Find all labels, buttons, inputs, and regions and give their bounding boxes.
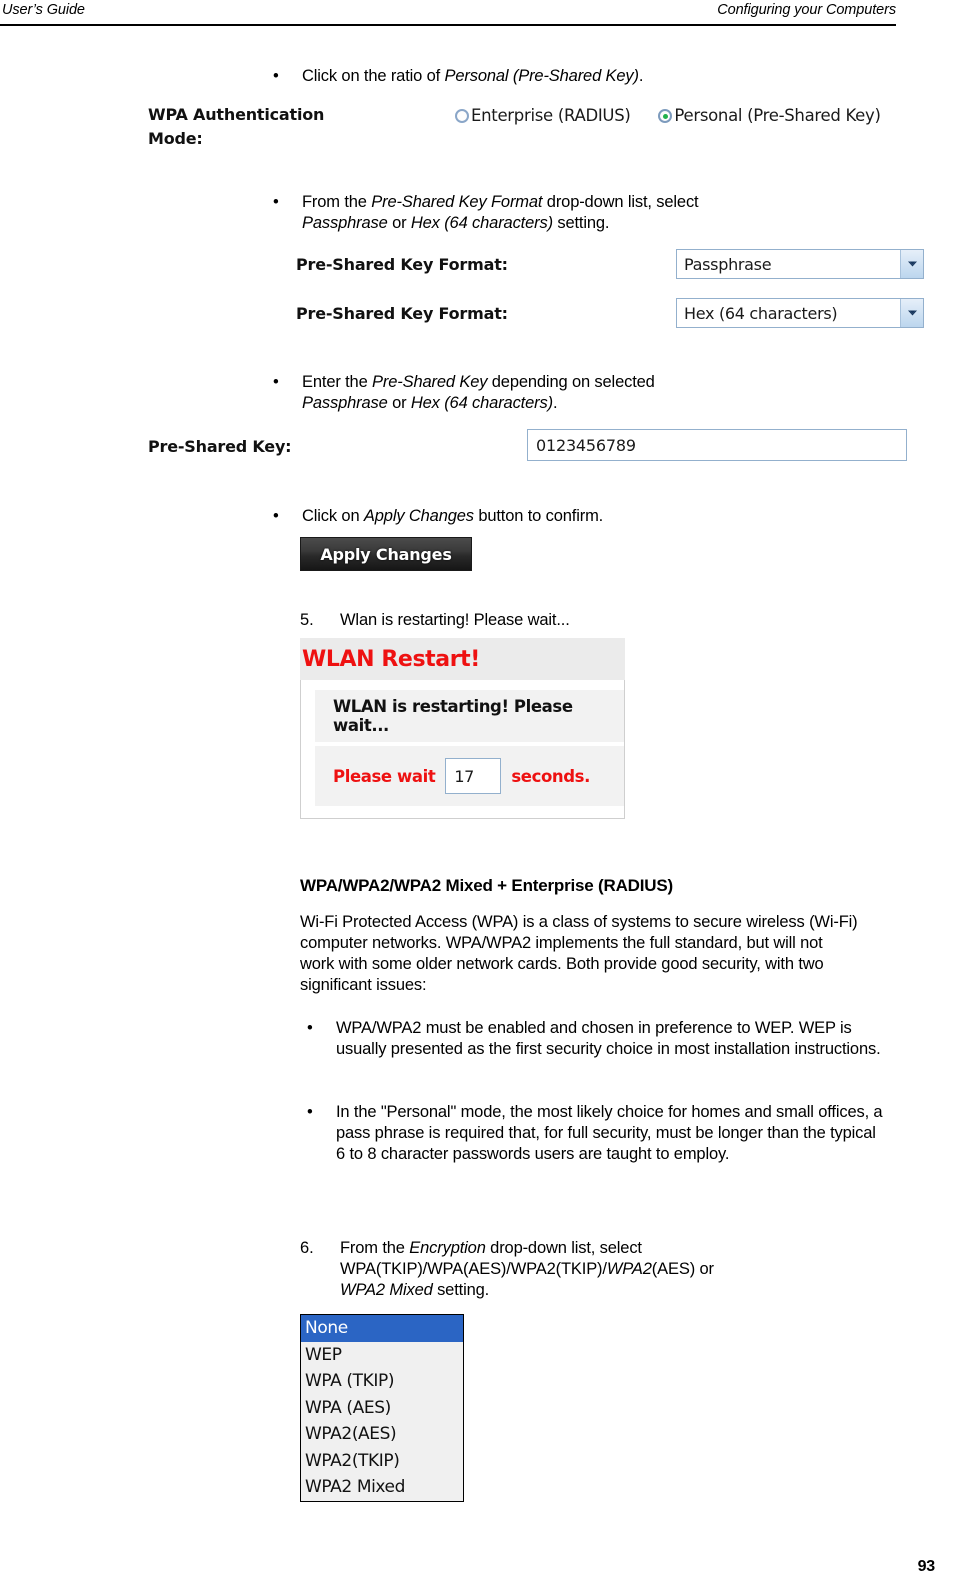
wpa-auth-mode-label-line1: WPA Authentication [148, 105, 325, 124]
pre-shared-key-value: 0123456789 [536, 435, 636, 455]
page-number: 93 [917, 1558, 936, 1575]
header-right-title: Configuring your Computers [717, 2, 896, 18]
radio-option-enterprise[interactable]: Enterprise (RADIUS) [455, 106, 631, 125]
step-5-text: Wlan is restarting! Please wait... [340, 611, 570, 629]
radio-selected-icon[interactable] [658, 109, 673, 123]
text-run: WPA(TKIP)/WPA(AES)/WPA2(TKIP)/ [340, 1260, 607, 1278]
page-header: User’s Guide Configuring your Computers [0, 0, 958, 30]
text-run-italic: WPA2 [606, 1260, 652, 1278]
text-run: button to confirm. [473, 507, 604, 525]
bullet-marker: • [273, 507, 279, 525]
wpa-auth-mode-label: WPA Authentication Mode: [148, 103, 448, 151]
bullet-key-format-text: From the Pre-Shared Key Format drop-down… [302, 192, 699, 234]
text-run-italic: Pre-Shared Key [372, 373, 488, 391]
radio-option-personal[interactable]: Personal (Pre-Shared Key) [658, 106, 881, 125]
pre-shared-key-input[interactable]: 0123456789 [527, 429, 907, 461]
bullet-enter-key: • Enter the Pre-Shared Key depending on … [266, 372, 886, 414]
step-6: 6. From the Encryption drop-down list, s… [300, 1238, 900, 1301]
pre-shared-key-format-select-2[interactable]: Hex (64 characters) [676, 298, 924, 328]
apply-changes-button-label: Apply Changes [320, 544, 452, 564]
section-heading: WPA/WPA2/WPA2 Mixed + Enterprise (RADIUS… [300, 876, 673, 895]
text-run: or [387, 394, 411, 412]
bullet-marker: • [273, 67, 279, 85]
chevron-down-icon[interactable] [900, 250, 923, 278]
text-run-italic: WPA2 Mixed [340, 1281, 433, 1299]
text-run: Enter the [302, 373, 373, 391]
wpa-auth-mode-label-line2: Mode: [148, 129, 203, 148]
text-run: From the [340, 1239, 410, 1257]
bullet-marker: • [307, 1103, 313, 1121]
text-run: or [387, 214, 411, 232]
encryption-listbox[interactable]: None WEP WPA (TKIP) WPA (AES) WPA2(AES) … [300, 1314, 464, 1502]
text-run: Click on the ratio of [302, 67, 445, 85]
pre-shared-key-format-label-2: Pre-Shared Key Format: [296, 304, 508, 323]
text-run: From the [302, 193, 372, 211]
bullet-marker: • [273, 193, 279, 211]
text-run: . [638, 67, 644, 85]
pre-shared-key-format-value-2: Hex (64 characters) [684, 303, 838, 323]
pre-shared-key-label: Pre-Shared Key: [148, 437, 292, 456]
wlan-wait-suffix: seconds. [511, 766, 590, 786]
section-bullet-2: • In the "Personal" mode, the most likel… [300, 1102, 885, 1165]
text-run: . [552, 394, 558, 412]
section-paragraph: Wi-Fi Protected Access (WPA) is a class … [300, 913, 858, 994]
encryption-option-wpa-aes[interactable]: WPA (AES) [301, 1395, 463, 1422]
wlan-restart-countdown-row: Please wait 17 seconds. [315, 746, 624, 806]
header-divider [0, 24, 896, 26]
encryption-option-wpa2-aes[interactable]: WPA2(AES) [301, 1421, 463, 1448]
section-bullet-1-text: WPA/WPA2 must be enabled and chosen in p… [336, 1019, 881, 1058]
encryption-option-wpa2-mixed[interactable]: WPA2 Mixed [301, 1474, 463, 1501]
radio-option-personal-label: Personal (Pre-Shared Key) [674, 106, 881, 125]
section-bullet-2-text: In the "Personal" mode, the most likely … [336, 1103, 883, 1163]
section-bullet-1: • WPA/WPA2 must be enabled and chosen in… [300, 1018, 885, 1060]
wlan-wait-prefix: Please wait [333, 766, 436, 786]
text-run-italic: Apply Changes [363, 507, 474, 525]
header-left-title: User’s Guide [2, 2, 85, 18]
step-5-number: 5. [300, 611, 314, 629]
bullet-apply-changes: • Click on Apply Changes button to confi… [266, 506, 886, 527]
text-run: drop-down list, select [485, 1239, 642, 1257]
radio-option-enterprise-label: Enterprise (RADIUS) [471, 106, 631, 125]
wlan-restart-panel: WLAN Restart! WLAN is restarting! Please… [300, 638, 625, 819]
encryption-option-none[interactable]: None [301, 1315, 463, 1342]
bullet-marker: • [273, 373, 279, 391]
wlan-restart-message: WLAN is restarting! Please wait... [315, 690, 624, 742]
text-run: setting. [432, 1281, 490, 1299]
wlan-restart-title: WLAN Restart! [300, 638, 625, 680]
text-run: drop-down list, select [542, 193, 699, 211]
text-run-italic: Encryption [409, 1239, 486, 1257]
pre-shared-key-format-select-1[interactable]: Passphrase [676, 249, 924, 279]
text-run: (AES) or [651, 1260, 714, 1278]
bullet-enter-key-text: Enter the Pre-Shared Key depending on se… [302, 372, 655, 414]
bullet-apply-changes-text: Click on Apply Changes button to confirm… [302, 506, 603, 527]
text-run: setting. [552, 214, 610, 232]
bullet-key-format: • From the Pre-Shared Key Format drop-do… [266, 192, 886, 234]
radio-icon[interactable] [455, 109, 469, 123]
pre-shared-key-format-label-1: Pre-Shared Key Format: [296, 255, 508, 274]
bullet-marker: • [307, 1019, 313, 1037]
encryption-option-wpa-tkip[interactable]: WPA (TKIP) [301, 1368, 463, 1395]
wlan-seconds-input[interactable]: 17 [445, 758, 502, 794]
wlan-restart-body: WLAN is restarting! Please wait... Pleas… [300, 680, 625, 819]
apply-changes-button[interactable]: Apply Changes [300, 537, 472, 571]
encryption-option-wep[interactable]: WEP [301, 1342, 463, 1369]
step-6-number: 6. [300, 1239, 314, 1257]
text-run-italic: Hex (64 characters) [410, 394, 553, 412]
text-run-italic: Hex (64 characters) [410, 214, 553, 232]
step-6-text: From the Encryption drop-down list, sele… [340, 1238, 714, 1301]
text-run-italic: Pre-Shared Key Format [371, 193, 543, 211]
encryption-option-wpa2-tkip[interactable]: WPA2(TKIP) [301, 1448, 463, 1475]
bullet-click-ratio-text: Click on the ratio of Personal (Pre-Shar… [302, 66, 643, 87]
bullet-click-ratio: • Click on the ratio of Personal (Pre-Sh… [266, 66, 886, 87]
text-run-italic: Personal (Pre-Shared Key) [444, 67, 639, 85]
chevron-down-icon[interactable] [900, 299, 923, 327]
text-run: depending on selected [487, 373, 655, 391]
text-run-italic: Passphrase [302, 214, 388, 232]
wpa-auth-mode-radio-group: Enterprise (RADIUS) Personal (Pre-Shared… [455, 103, 958, 128]
text-run-italic: Passphrase [302, 394, 388, 412]
step-5: 5. Wlan is restarting! Please wait... [300, 610, 900, 631]
pre-shared-key-format-value-1: Passphrase [684, 254, 772, 274]
text-run: Click on [302, 507, 364, 525]
